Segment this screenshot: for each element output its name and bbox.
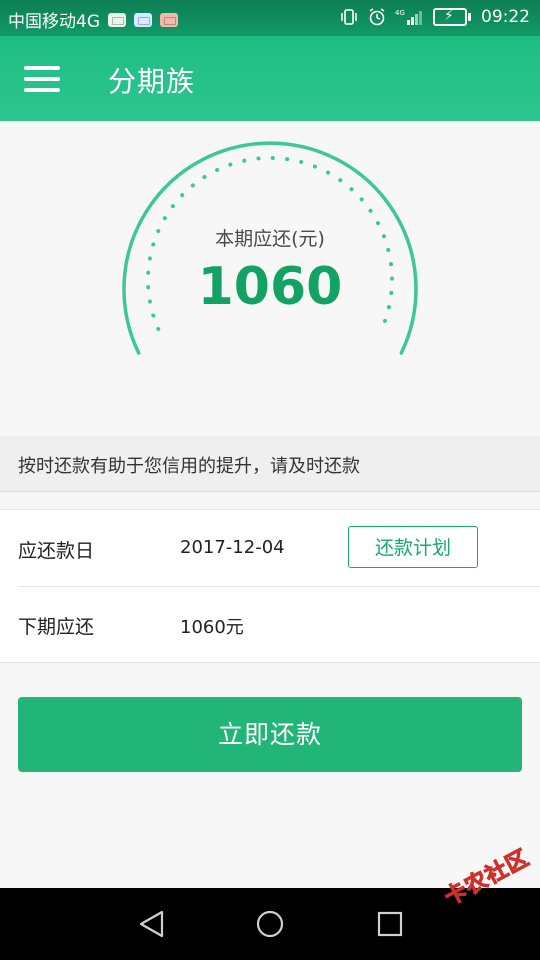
gauge-amount: 1060 [197,257,343,317]
next-payment-label: 下期应还 [18,616,95,638]
next-payment-value: 1060元 [180,617,244,638]
status-bar-left: 中国移动4G [8,7,178,32]
alarm-icon [369,8,385,26]
repay-now-button[interactable]: 立即还款 [18,697,522,772]
due-date-label: 应还款日 [18,540,95,562]
gauge-section: 本期应还(元) 1060 [0,121,540,436]
clock: 09:22 [481,7,530,27]
next-payment-row: 下期应还 1060元 [0,586,540,662]
app-title: 分期族 [108,65,196,98]
notification-app-icon-orange [160,12,178,27]
status-bar-right: 4G ⚡ 09:22 [339,7,530,27]
repayment-info: 应还款日 2017-12-04 还款计划 下期应还 1060元 [0,509,540,663]
app-bar: 分期族 [0,36,540,121]
signal-icon: 4G [395,9,422,25]
credit-notice: 按时还款有助于您信用的提升，请及时还款 [0,436,540,492]
notice-text: 按时还款有助于您信用的提升，请及时还款 [18,456,360,477]
home-icon[interactable] [252,906,288,942]
back-icon[interactable] [134,906,170,942]
gauge-label: 本期应还(元) [215,228,325,250]
recent-apps-icon[interactable] [372,906,408,942]
battery-icon: ⚡ [433,8,471,26]
network-badge: 4G [395,9,405,17]
due-date-row: 应还款日 2017-12-04 还款计划 [0,510,540,586]
repayment-plan-button[interactable]: 还款计划 [348,526,478,568]
due-date-value: 2017-12-04 [180,537,285,558]
vibrate-icon [341,9,357,25]
app-header: 中国移动4G 4G ⚡ 09:22 分期族 [0,0,540,121]
notification-app-icon [108,12,126,27]
status-bar: 中国移动4G 4G ⚡ 09:22 [0,0,540,36]
carrier-label: 中国移动4G [8,12,100,32]
hamburger-menu-icon[interactable] [24,66,60,92]
notification-app-icon-blue [134,12,152,27]
